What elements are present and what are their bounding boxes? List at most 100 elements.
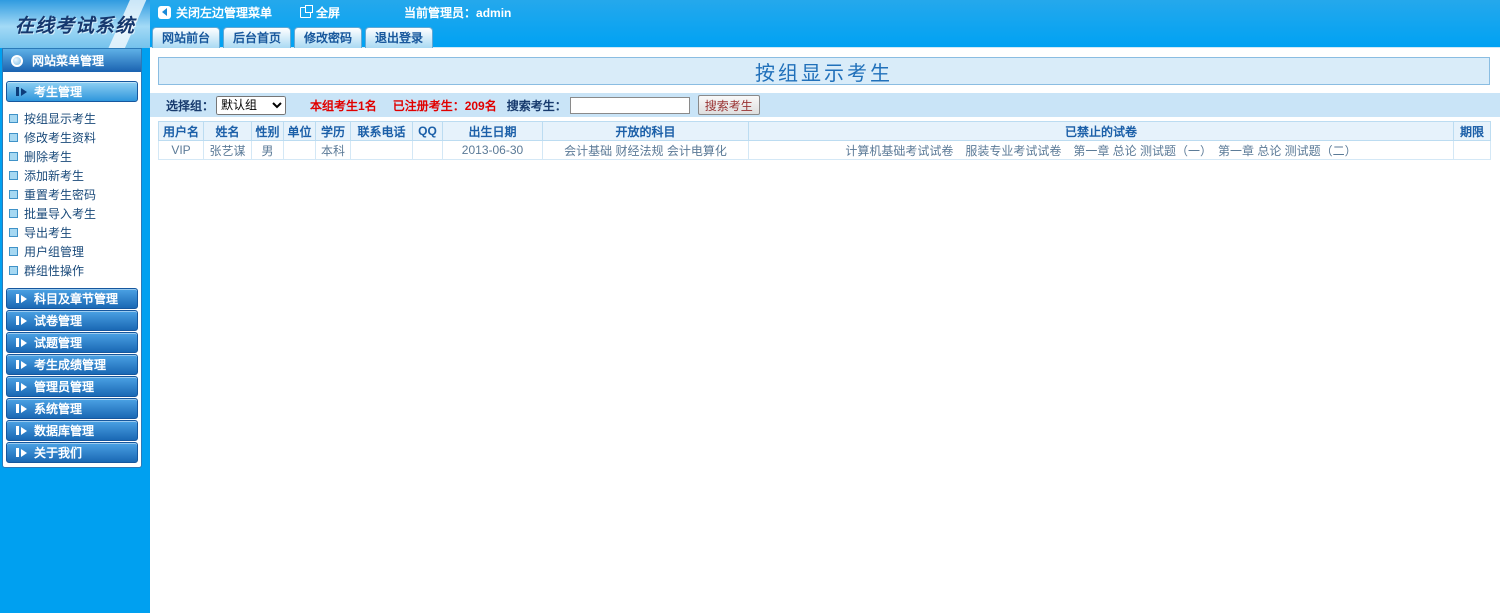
col-header-unit: 单位: [284, 122, 316, 141]
nav-tab-row: 网站前台 后台首页 修改密码 退出登录: [150, 24, 1500, 48]
toolbar: 选择组： 默认组 本组考生1名 已注册考生：209名 搜索考生： 搜索考生: [150, 93, 1500, 117]
section-arrow-icon: [16, 448, 27, 457]
cell-qq: [413, 141, 443, 160]
group-select[interactable]: 默认组: [216, 96, 286, 115]
sidebar-menu-header: 网站菜单管理: [3, 49, 141, 72]
sidebar-item-label: 群组性操作: [24, 262, 84, 279]
fullscreen-icon: [300, 7, 311, 18]
fullscreen-label: 全屏: [316, 4, 340, 21]
circle-icon: [11, 55, 23, 67]
bullet-square-icon: [9, 190, 18, 199]
registered-count-badge: 已注册考生：209名: [393, 97, 497, 114]
sidebar-section-label: 试卷管理: [34, 312, 82, 329]
section-arrow-icon: [16, 404, 27, 413]
sidebar-section-label: 关于我们: [34, 444, 82, 461]
sidebar-menu-items: 按组显示考生 修改考生资料 删除考生 添加新考生 重置考生密码 批量导入考生 导…: [3, 109, 141, 280]
sidebar: 在线考试系统 网站菜单管理 考生管理 按组显示考生 修改考生资料 删除考生 添加…: [0, 0, 150, 613]
sidebar-section-admins[interactable]: 管理员管理: [6, 376, 138, 397]
group-count-badge: 本组考生1名: [310, 97, 377, 114]
sidebar-section-label: 考生成绩管理: [34, 356, 106, 373]
cell-unit: [284, 141, 316, 160]
sidebar-section-examinee-mgmt[interactable]: 考生管理: [6, 81, 138, 102]
section-arrow-icon: [16, 360, 27, 369]
cell-education: 本科: [316, 141, 351, 160]
bullet-square-icon: [9, 266, 18, 275]
section-arrow-icon: [16, 316, 27, 325]
bullet-square-icon: [9, 133, 18, 142]
sidebar-item-show-by-group[interactable]: 按组显示考生: [9, 109, 141, 128]
app-logo-text: 在线考试系统: [15, 11, 135, 38]
search-examinee-button[interactable]: 搜索考生: [698, 95, 760, 115]
sidebar-menu-header-label: 网站菜单管理: [32, 52, 104, 69]
section-arrow-icon: [16, 382, 27, 391]
col-header-deadline: 期限: [1454, 122, 1491, 141]
col-header-qq: QQ: [413, 122, 443, 141]
sidebar-section-papers[interactable]: 试卷管理: [6, 310, 138, 331]
page-title: 按组显示考生: [158, 57, 1490, 85]
sidebar-section-label: 试题管理: [34, 334, 82, 351]
sidebar-item-label: 用户组管理: [24, 243, 84, 260]
col-header-username: 用户名: [159, 122, 204, 141]
content-area: 按组显示考生 选择组： 默认组 本组考生1名 已注册考生：209名 搜索考生： …: [150, 48, 1500, 613]
fullscreen-button[interactable]: 全屏: [300, 4, 340, 21]
sidebar-item-label: 添加新考生: [24, 167, 84, 184]
bullet-square-icon: [9, 247, 18, 256]
sidebar-item-add-examinee[interactable]: 添加新考生: [9, 166, 141, 185]
main-column: 关闭左边管理菜单 全屏 当前管理员：admin 网站前台 后台首页 修改密码 退…: [150, 0, 1500, 613]
sidebar-section-subjects[interactable]: 科目及章节管理: [6, 288, 138, 309]
tab-logout[interactable]: 退出登录: [365, 27, 433, 48]
sidebar-section-label: 系统管理: [34, 400, 82, 417]
sidebar-section-about[interactable]: 关于我们: [6, 442, 138, 463]
bullet-square-icon: [9, 114, 18, 123]
sidebar-section-label: 考生管理: [34, 83, 82, 100]
col-header-phone: 联系电话: [351, 122, 413, 141]
sidebar-item-group-operations[interactable]: 群组性操作: [9, 261, 141, 280]
tab-website-front[interactable]: 网站前台: [152, 27, 220, 48]
cell-username: VIP: [159, 141, 204, 160]
cell-phone: [351, 141, 413, 160]
collapse-left-menu-button[interactable]: 关闭左边管理菜单: [158, 4, 272, 21]
sidebar-section-database[interactable]: 数据库管理: [6, 420, 138, 441]
sidebar-section-scores[interactable]: 考生成绩管理: [6, 354, 138, 375]
tab-change-password[interactable]: 修改密码: [294, 27, 362, 48]
tab-admin-home[interactable]: 后台首页: [223, 27, 291, 48]
sidebar-section-system[interactable]: 系统管理: [6, 398, 138, 419]
sidebar-section-label: 数据库管理: [34, 422, 94, 439]
sidebar-menu-panel: 网站菜单管理 考生管理 按组显示考生 修改考生资料 删除考生 添加新考生 重置考…: [2, 48, 142, 468]
cell-open-subjects: 会计基础 财经法规 会计电算化: [543, 141, 749, 160]
col-header-open-subjects: 开放的科目: [543, 122, 749, 141]
bullet-square-icon: [9, 171, 18, 180]
cell-name: 张艺谋: [204, 141, 252, 160]
app-logo: 在线考试系统: [0, 0, 150, 48]
search-input[interactable]: [570, 97, 690, 114]
col-header-gender: 性别: [252, 122, 284, 141]
sidebar-item-label: 批量导入考生: [24, 205, 96, 222]
sidebar-item-batch-import[interactable]: 批量导入考生: [9, 204, 141, 223]
sidebar-item-edit-examinee[interactable]: 修改考生资料: [9, 128, 141, 147]
section-arrow-icon: [16, 294, 27, 303]
sidebar-item-label: 删除考生: [24, 148, 72, 165]
sidebar-section-questions[interactable]: 试题管理: [6, 332, 138, 353]
topbar: 关闭左边管理菜单 全屏 当前管理员：admin: [150, 0, 1500, 24]
section-arrow-icon: [16, 426, 27, 435]
sidebar-item-delete-examinee[interactable]: 删除考生: [9, 147, 141, 166]
sidebar-item-label: 重置考生密码: [24, 186, 96, 203]
top-header: 关闭左边管理菜单 全屏 当前管理员：admin 网站前台 后台首页 修改密码 退…: [150, 0, 1500, 48]
col-header-name: 姓名: [204, 122, 252, 141]
bullet-square-icon: [9, 228, 18, 237]
sidebar-item-export-examinee[interactable]: 导出考生: [9, 223, 141, 242]
sidebar-section-label: 管理员管理: [34, 378, 94, 395]
sidebar-item-label: 修改考生资料: [24, 129, 96, 146]
sidebar-section-label: 科目及章节管理: [34, 290, 118, 307]
app-window: 在线考试系统 网站菜单管理 考生管理 按组显示考生 修改考生资料 删除考生 添加…: [0, 0, 1500, 613]
sidebar-item-user-group-mgmt[interactable]: 用户组管理: [9, 242, 141, 261]
section-arrow-icon: [16, 338, 27, 347]
bullet-square-icon: [9, 209, 18, 218]
sidebar-item-label: 导出考生: [24, 224, 72, 241]
cell-birthdate: 2013-06-30: [443, 141, 543, 160]
section-arrow-icon: [16, 87, 27, 96]
cell-gender: 男: [252, 141, 284, 160]
table-row: VIP 张艺谋 男 本科 2013-06-30 会计基础 财经法规 会计电算化 …: [159, 141, 1491, 160]
sidebar-item-reset-password[interactable]: 重置考生密码: [9, 185, 141, 204]
col-header-banned-papers: 已禁止的试卷: [749, 122, 1454, 141]
